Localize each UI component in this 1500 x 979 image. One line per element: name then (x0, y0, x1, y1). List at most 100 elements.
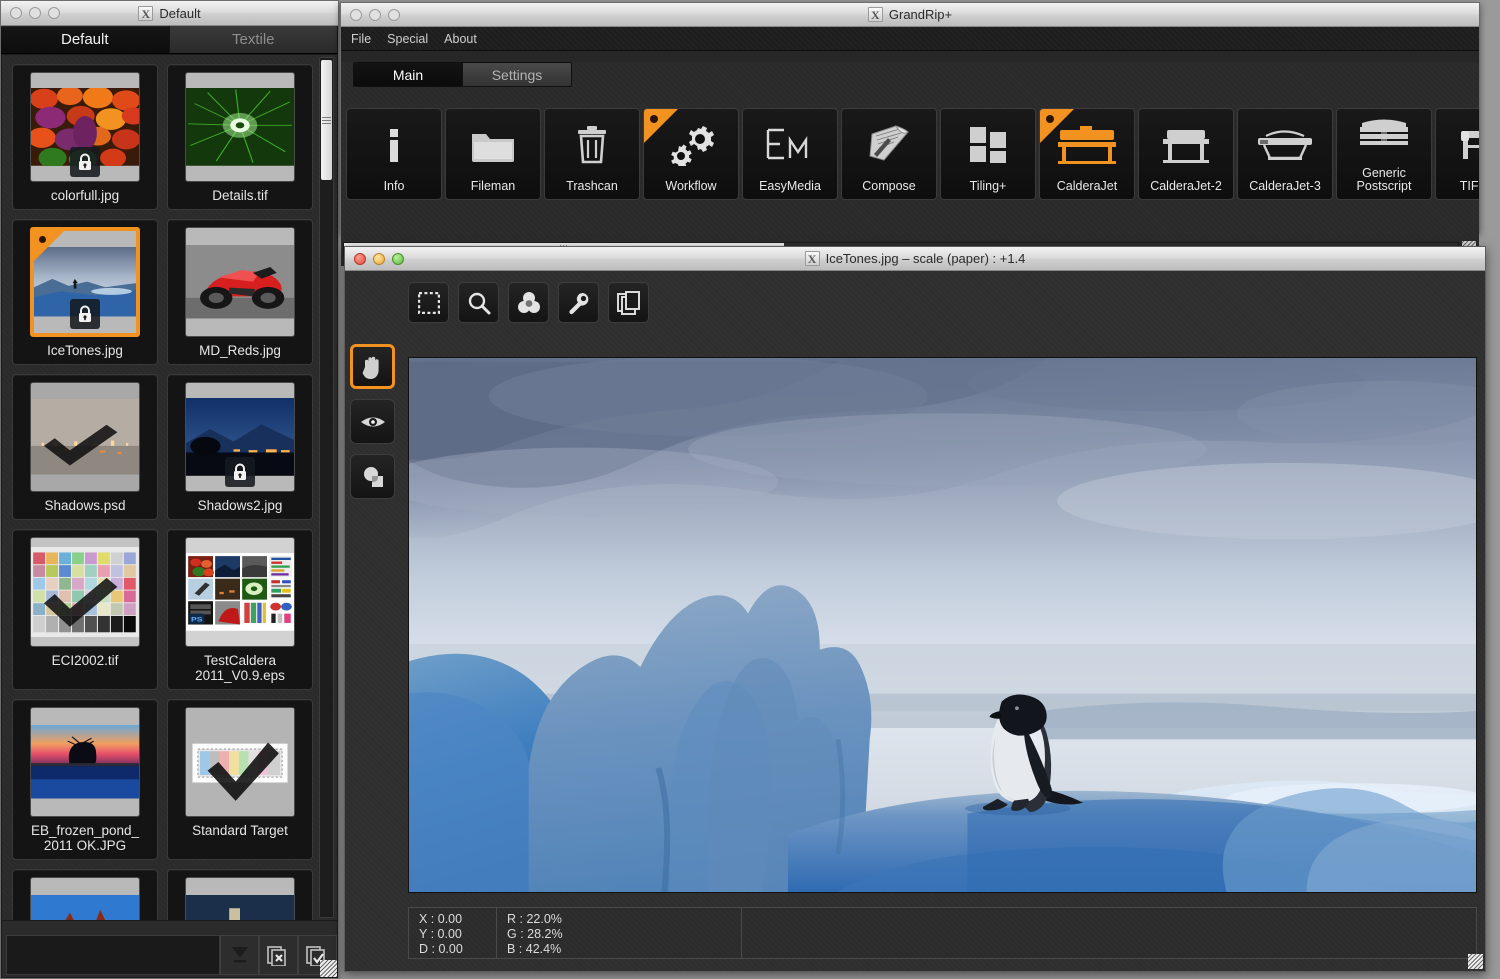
grandrip-title-group: X GrandRip+ (341, 7, 1479, 22)
close-button[interactable] (350, 9, 362, 21)
mask-tool-button[interactable] (350, 454, 395, 499)
module-button-tiff-handler[interactable]: TIFF-Ha (1435, 108, 1479, 200)
viewer-body: X : 0.00 Y : 0.00 D : 0.00 R : 22.0% G :… (345, 271, 1485, 971)
thumbnail-frame[interactable] (185, 707, 295, 817)
close-button[interactable] (10, 7, 22, 19)
minimize-button[interactable] (373, 253, 385, 265)
module-button-tiling[interactable]: Tiling+ (940, 108, 1036, 200)
tab-main[interactable]: Main (354, 63, 462, 86)
module-button-calderajet-2[interactable]: CalderaJet-2 (1138, 108, 1234, 200)
module-button-fileman[interactable]: Fileman (445, 108, 541, 200)
module-button-compose[interactable]: Compose (841, 108, 937, 200)
tab-default[interactable]: Default (1, 26, 170, 53)
thumbnail-frame[interactable] (30, 877, 140, 920)
lock-icon (225, 457, 255, 487)
viewer-titlebar[interactable]: X IceTones.jpg – scale (paper) : +1.4 (345, 247, 1485, 271)
thumbnail-frame[interactable]: PS (185, 537, 295, 647)
thumbnail-frame-selected[interactable] (30, 227, 140, 337)
grandrip-titlebar[interactable]: X GrandRip+ (341, 3, 1479, 27)
settings-tool-button[interactable] (558, 282, 599, 323)
thumbnail-scroll-area[interactable]: colorfull.jpg (2, 55, 337, 920)
browser-window-controls[interactable] (1, 7, 60, 19)
module-label: CalderaJet (1057, 180, 1117, 193)
thumbnail-image (31, 878, 139, 920)
grandrip-mode-tabs[interactable]: Main Settings (353, 62, 572, 87)
list-item[interactable]: Shadows.psd (12, 374, 158, 520)
marquee-select-tool-button[interactable] (408, 282, 449, 323)
module-button-info[interactable]: Info (346, 108, 442, 200)
list-item[interactable] (12, 869, 158, 920)
viewer-window-controls[interactable] (345, 253, 404, 265)
thumbnail-frame[interactable] (30, 382, 140, 492)
active-flag-icon (1040, 109, 1074, 143)
maximize-button[interactable] (388, 9, 400, 21)
list-item[interactable]: IceTones.jpg (12, 219, 158, 365)
list-item[interactable] (167, 869, 313, 920)
thumbnail-image (186, 73, 294, 181)
module-label: TIFF-Ha (1460, 180, 1479, 193)
selection-flag-icon (34, 231, 64, 261)
pan-tool-button[interactable] (350, 344, 395, 389)
image-browser-window: X Default Default Textile (0, 0, 339, 979)
menu-file[interactable]: File (351, 32, 371, 46)
thumbnail-frame[interactable] (185, 72, 295, 182)
module-label: Trashcan (566, 180, 618, 193)
copy-icon (617, 291, 641, 315)
menu-special[interactable]: Special (387, 32, 428, 46)
viewer-resize-grip[interactable] (1468, 954, 1483, 969)
list-item[interactable]: Details.tif (167, 64, 313, 210)
scrollbar-thumb[interactable] (321, 60, 332, 180)
thumbnail-frame[interactable] (185, 227, 295, 337)
collapse-arrow-button[interactable] (220, 935, 259, 975)
thumbnail-frame[interactable] (30, 537, 140, 647)
minimize-button[interactable] (29, 7, 41, 19)
list-item[interactable]: ECI2002.tif (12, 529, 158, 690)
viewer-top-toolbar[interactable] (345, 271, 1485, 323)
close-button[interactable] (354, 253, 366, 265)
thumbnail-frame[interactable] (30, 72, 140, 182)
minimize-button[interactable] (369, 9, 381, 21)
browser-tabs[interactable]: Default Textile (1, 26, 338, 54)
module-button-generic-postscript[interactable]: Generic Postscript (1336, 108, 1432, 200)
color-tool-button[interactable] (508, 282, 549, 323)
grandrip-window-title: GrandRip+ (889, 7, 952, 22)
tab-settings[interactable]: Settings (462, 63, 571, 86)
module-label: Workflow (665, 180, 716, 193)
thumbnail-frame[interactable] (185, 877, 295, 920)
preview-tool-button[interactable] (350, 399, 395, 444)
viewer-left-toolbar[interactable] (350, 344, 395, 499)
list-item[interactable]: Shadows2.jpg (167, 374, 313, 520)
module-button-easymedia[interactable]: EasyMedia (742, 108, 838, 200)
module-button-workflow[interactable]: Workflow (643, 108, 739, 200)
thumbnail-frame[interactable] (30, 707, 140, 817)
duplicate-tool-button[interactable] (608, 282, 649, 323)
thumbnail-image: PS (186, 538, 294, 646)
module-icon-bar[interactable]: Info Fileman Trashcan (341, 108, 1479, 204)
maximize-button[interactable] (392, 253, 404, 265)
module-button-calderajet-3[interactable]: CalderaJet-3 (1237, 108, 1333, 200)
maximize-button[interactable] (48, 7, 60, 19)
thumbnail-image (31, 538, 139, 646)
list-item[interactable]: Standard Target (167, 699, 313, 860)
deselect-all-button[interactable] (259, 935, 298, 975)
list-item[interactable]: colorfull.jpg (12, 64, 158, 210)
viewer-title-group: X IceTones.jpg – scale (paper) : +1.4 (345, 251, 1485, 266)
browser-resize-grip[interactable] (320, 960, 337, 977)
printer-icon (1139, 109, 1233, 180)
info-icon (347, 109, 441, 180)
browser-titlebar[interactable]: X Default (1, 1, 338, 26)
grandrip-window-controls[interactable] (341, 9, 400, 21)
menu-about[interactable]: About (444, 32, 477, 46)
thumbnail-frame[interactable] (185, 382, 295, 492)
module-button-calderajet[interactable]: CalderaJet (1039, 108, 1135, 200)
zoom-tool-button[interactable] (458, 282, 499, 323)
list-item[interactable]: PS TestCaldera 2011_V0.9.eps (167, 529, 313, 690)
list-item[interactable]: EB_frozen_pond_ 2011 OK.JPG (12, 699, 158, 860)
module-label: Info (384, 180, 405, 193)
tab-textile[interactable]: Textile (170, 26, 339, 53)
module-button-trashcan[interactable]: Trashcan (544, 108, 640, 200)
list-item[interactable]: MD_Reds.jpg (167, 219, 313, 365)
grandrip-menubar[interactable]: File Special About (341, 27, 1479, 51)
thumbnail-vertical-scrollbar[interactable] (319, 57, 334, 918)
image-canvas[interactable] (408, 357, 1477, 893)
